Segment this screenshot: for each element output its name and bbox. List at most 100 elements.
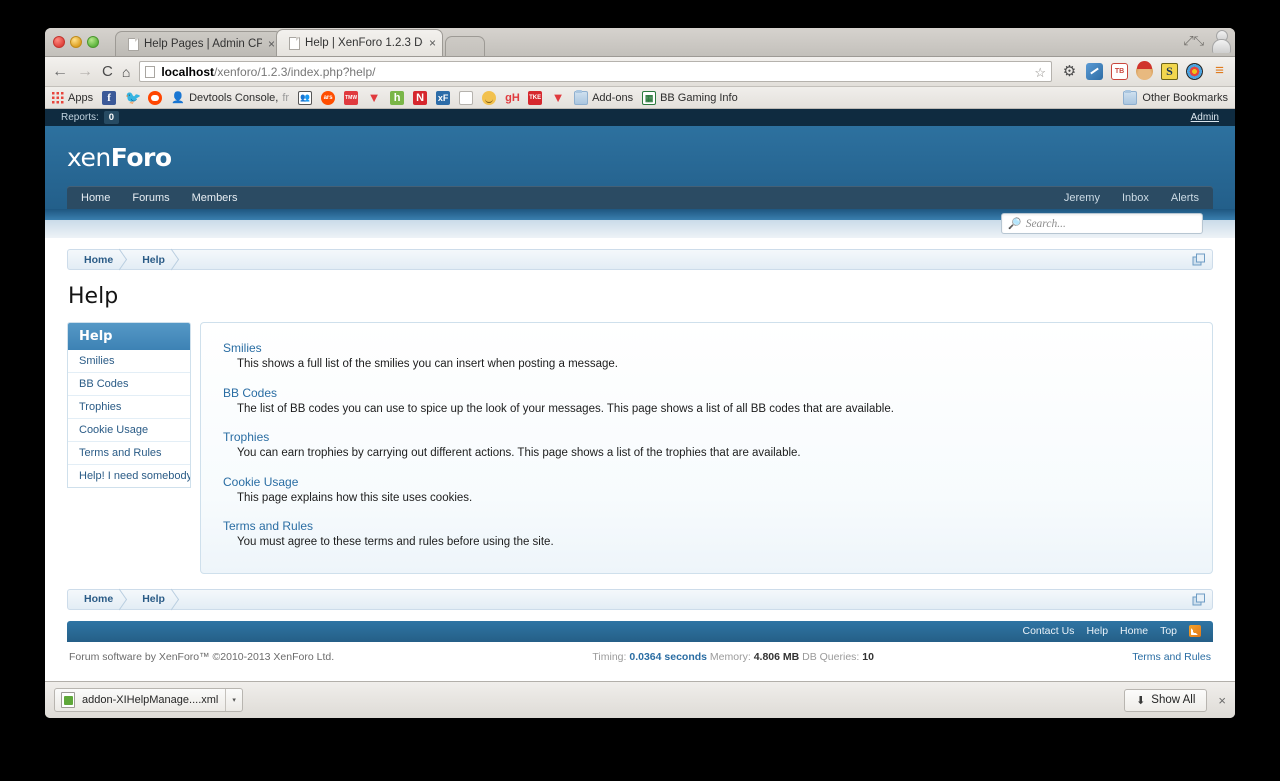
gear-icon[interactable]: ⚙ bbox=[1061, 63, 1078, 80]
bookmark-devtools-console[interactable]: 👤 Devtools Console, fr bbox=[171, 91, 289, 105]
reports-indicator[interactable]: Reports: 0 bbox=[61, 111, 120, 124]
bookmark-netflix[interactable]: N bbox=[413, 90, 428, 105]
bookmark-blank[interactable] bbox=[459, 90, 474, 105]
reports-count-badge: 0 bbox=[103, 111, 120, 124]
bookmark-people[interactable]: 👥 bbox=[298, 90, 313, 105]
netflix-icon: N bbox=[413, 90, 428, 105]
minimize-window-button[interactable] bbox=[70, 36, 82, 48]
queries-value: 10 bbox=[862, 650, 874, 663]
site-logo[interactable]: xenForo bbox=[67, 136, 1213, 186]
nav-inbox[interactable]: Inbox bbox=[1122, 192, 1149, 204]
nav-user-jeremy[interactable]: Jeremy bbox=[1064, 192, 1100, 204]
browser-toolbar: ← → C ⌂ localhost/xenforo/1.2.3/index.ph… bbox=[45, 57, 1235, 87]
bookmark-tmw[interactable]: TMW bbox=[344, 90, 359, 105]
bookmark-arstechnica[interactable]: ars bbox=[321, 90, 336, 105]
desktop-background: Help Pages | Admin CP – × Help | XenForo… bbox=[0, 0, 1280, 781]
search-input[interactable]: 🔍 Search... bbox=[1001, 213, 1203, 234]
help-link-cookie-usage[interactable]: Cookie Usage bbox=[223, 475, 1190, 489]
footer-terms-and-rules-link[interactable]: Terms and Rules bbox=[1132, 651, 1211, 663]
home-icon[interactable]: ⌂ bbox=[122, 65, 130, 79]
footer-link-home[interactable]: Home bbox=[1120, 625, 1148, 637]
bookmark-reddit[interactable] bbox=[148, 90, 163, 105]
close-download-shelf-icon[interactable]: × bbox=[1218, 693, 1226, 708]
chrome-menu-icon[interactable]: ≡ bbox=[1211, 63, 1228, 80]
back-button[interactable]: ← bbox=[52, 63, 68, 80]
help-description: This page explains how this site uses co… bbox=[237, 491, 473, 504]
chevron-down-icon[interactable]: ▾ bbox=[225, 689, 242, 711]
reload-icon[interactable]: C bbox=[102, 64, 113, 79]
help-entry-cookie-usage: Cookie Usage This page explains how this… bbox=[223, 475, 1190, 507]
bookmark-tke[interactable]: TKE bbox=[528, 90, 543, 105]
santa-extension-icon[interactable] bbox=[1136, 61, 1153, 80]
new-tab-button[interactable] bbox=[445, 36, 486, 56]
breadcrumb-item-help[interactable]: Help bbox=[129, 250, 181, 269]
sidebar-item-help-i-need-somebody[interactable]: Help! I need somebody! bbox=[68, 464, 190, 487]
thunderbird-extension-icon[interactable]: TB bbox=[1111, 63, 1128, 80]
tab-title: Help Pages | Admin CP – bbox=[144, 38, 262, 50]
jump-to-page-icon[interactable] bbox=[1192, 253, 1206, 267]
zoom-window-button[interactable] bbox=[87, 36, 99, 48]
forward-button[interactable]: → bbox=[77, 63, 93, 80]
color-wheel-extension-icon[interactable] bbox=[1186, 63, 1203, 80]
show-all-downloads-button[interactable]: ⬇ Show All bbox=[1124, 688, 1208, 712]
nav-tab-members[interactable]: Members bbox=[192, 192, 238, 204]
jump-to-page-icon[interactable] bbox=[1192, 593, 1206, 607]
user-profile-avatar-icon[interactable] bbox=[1212, 30, 1231, 53]
browser-tab-strip: Help Pages | Admin CP – × Help | XenForo… bbox=[45, 28, 1235, 57]
speedtest-extension-icon[interactable] bbox=[1086, 63, 1103, 80]
breadcrumb-item-home[interactable]: Home bbox=[71, 250, 129, 269]
sidebar-item-trophies[interactable]: Trophies bbox=[68, 395, 190, 418]
bookmark-vimeo2[interactable]: ▼ bbox=[551, 91, 565, 105]
footer-link-help[interactable]: Help bbox=[1086, 625, 1108, 637]
extension-icons: ⚙ TB S ≡ bbox=[1061, 61, 1228, 80]
other-bookmarks-folder[interactable]: Other Bookmarks bbox=[1123, 89, 1228, 105]
bookmark-twitter[interactable]: 🐦 bbox=[125, 90, 141, 105]
sidebar-item-smilies[interactable]: Smilies bbox=[68, 350, 190, 372]
sidebar-header: Help bbox=[68, 323, 190, 350]
tab-help-xenforo[interactable]: Help | XenForo 1.2.3 Deve × bbox=[276, 29, 444, 56]
bookmark-label-truncated: fr bbox=[282, 91, 290, 104]
logo-part-1: xen bbox=[67, 143, 111, 172]
nav-tab-home[interactable]: Home bbox=[81, 192, 110, 204]
rss-icon[interactable] bbox=[1189, 625, 1201, 638]
bookmark-gh[interactable]: gH bbox=[505, 91, 520, 105]
nav-alerts[interactable]: Alerts bbox=[1171, 192, 1199, 204]
bookmark-facebook[interactable]: f bbox=[102, 90, 117, 105]
help-link-bb-codes[interactable]: BB Codes bbox=[223, 386, 1190, 400]
bookmark-vimeo[interactable]: ▼ bbox=[367, 91, 381, 105]
breadcrumb-item-help[interactable]: Help bbox=[129, 590, 181, 609]
page-title: Help bbox=[68, 284, 119, 309]
bookmark-smiley[interactable] bbox=[482, 90, 497, 105]
bookmark-apps[interactable]: Apps bbox=[51, 91, 93, 104]
show-all-label: Show All bbox=[1151, 694, 1196, 706]
stumbleupon-extension-icon[interactable]: S bbox=[1161, 63, 1178, 80]
bookmark-label: Apps bbox=[68, 91, 94, 104]
footer-link-top[interactable]: Top bbox=[1160, 625, 1177, 637]
tab-help-pages-admin-cp[interactable]: Help Pages | Admin CP – × bbox=[115, 31, 283, 56]
admin-cp-link[interactable]: Admin bbox=[1191, 112, 1219, 123]
footer-link-contact-us[interactable]: Contact Us bbox=[1023, 625, 1075, 637]
help-link-smilies[interactable]: Smilies bbox=[223, 341, 1190, 355]
bookmark-bb-gaming-info[interactable]: ▦ BB Gaming Info bbox=[642, 90, 738, 105]
bookmark-hulu[interactable]: h bbox=[390, 90, 405, 105]
close-icon[interactable]: × bbox=[268, 38, 275, 50]
maximize-icon[interactable]: ⤢⤡ bbox=[1183, 33, 1204, 49]
arstechnica-icon: ars bbox=[321, 90, 336, 105]
close-window-button[interactable] bbox=[53, 36, 65, 48]
sidebar-item-cookie-usage[interactable]: Cookie Usage bbox=[68, 418, 190, 441]
page-info-icon[interactable] bbox=[145, 65, 156, 78]
bookmark-add-ons[interactable]: Add-ons bbox=[574, 89, 633, 105]
address-bar[interactable]: localhost/xenforo/1.2.3/index.php?help/ … bbox=[139, 61, 1052, 82]
bookmark-star-icon[interactable]: ☆ bbox=[1034, 65, 1046, 81]
help-description: The list of BB codes you can use to spic… bbox=[237, 402, 894, 415]
breadcrumb-item-home[interactable]: Home bbox=[71, 590, 129, 609]
help-description: This shows a full list of the smilies yo… bbox=[237, 358, 618, 370]
sidebar-item-terms-and-rules[interactable]: Terms and Rules bbox=[68, 441, 190, 464]
help-link-trophies[interactable]: Trophies bbox=[223, 430, 1190, 444]
close-icon[interactable]: × bbox=[429, 37, 436, 49]
sidebar-item-bb-codes[interactable]: BB Codes bbox=[68, 372, 190, 395]
nav-tab-forums[interactable]: Forums bbox=[132, 192, 169, 204]
help-link-terms-and-rules[interactable]: Terms and Rules bbox=[223, 519, 1190, 533]
bookmark-xenforo[interactable]: xF bbox=[436, 90, 451, 105]
download-item[interactable]: addon-XIHelpManage....xml ▾ bbox=[54, 688, 243, 712]
